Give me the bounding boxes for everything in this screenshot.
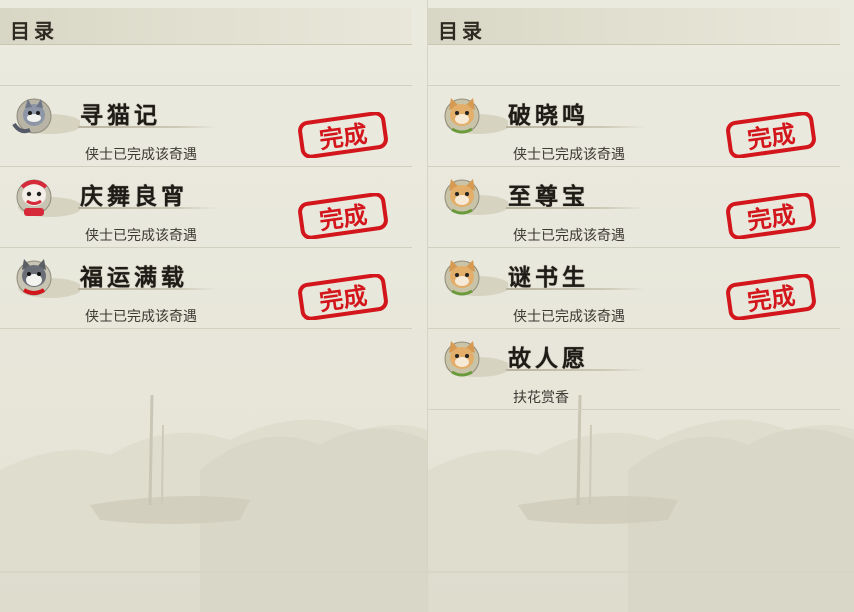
completed-seal-stamp: 完成 xyxy=(298,274,388,320)
lion-dance-icon xyxy=(16,179,80,217)
adventure-status: 侠士已完成该奇遇 xyxy=(85,309,197,325)
fox-cat-icon xyxy=(444,341,508,377)
title-divider xyxy=(506,369,646,371)
title-divider xyxy=(78,207,218,209)
adventure-title: 至尊宝 xyxy=(508,183,589,210)
fox-cat-icon xyxy=(444,179,508,215)
adventure-title: 故人愿 xyxy=(508,345,589,372)
directory-header: 目录 xyxy=(428,8,840,45)
title-divider xyxy=(78,126,218,128)
adventure-title: 福运满载 xyxy=(80,264,188,291)
fox-cat-icon xyxy=(444,98,508,134)
title-divider xyxy=(506,126,646,128)
directory-panel-right: 目录 破晓鸣 侠士已完成该奇遇 完成 至尊宝 侠士已完成该奇遇 完成 谜书生 侠… xyxy=(427,0,854,612)
adventure-title: 寻猫记 xyxy=(80,102,161,129)
fox-cat-icon xyxy=(444,260,508,296)
title-divider xyxy=(506,207,646,209)
directory-panel-left: 目录 寻猫记 侠士已完成该奇遇 完成 庆舞良宵 侠士已完成该奇遇 完成 福运满载… xyxy=(0,0,427,612)
adventure-item-gurenyuan[interactable]: 故人愿 扶花赏香 xyxy=(428,328,840,410)
completed-seal-stamp: 完成 xyxy=(726,274,816,320)
adventure-list: 寻猫记 侠士已完成该奇遇 完成 庆舞良宵 侠士已完成该奇遇 完成 福运满载 侠士… xyxy=(0,85,412,329)
husky-dog-icon xyxy=(16,259,80,298)
adventure-item-qingwuliangxiao[interactable]: 庆舞良宵 侠士已完成该奇遇 完成 xyxy=(0,166,412,247)
adventure-item-poxiaoming[interactable]: 破晓鸣 侠士已完成该奇遇 完成 xyxy=(428,85,840,166)
completed-seal-stamp: 完成 xyxy=(298,112,388,158)
adventure-status: 侠士已完成该奇遇 xyxy=(513,228,625,244)
adventure-status: 侠士已完成该奇遇 xyxy=(85,147,197,163)
title-divider xyxy=(78,288,218,290)
directory-title: 目录 xyxy=(438,19,486,43)
directory-title: 目录 xyxy=(10,19,58,43)
adventure-item-mishusheng[interactable]: 谜书生 侠士已完成该奇遇 完成 xyxy=(428,247,840,328)
adventure-title: 庆舞良宵 xyxy=(80,183,188,210)
raccoon-cat-icon xyxy=(12,98,80,134)
adventure-title: 谜书生 xyxy=(508,264,589,291)
adventure-item-fuyunmanzai[interactable]: 福运满载 侠士已完成该奇遇 完成 xyxy=(0,247,412,329)
adventure-status: 扶花赏香 xyxy=(513,390,569,406)
adventure-status: 侠士已完成该奇遇 xyxy=(85,228,197,244)
adventure-list: 破晓鸣 侠士已完成该奇遇 完成 至尊宝 侠士已完成该奇遇 完成 谜书生 侠士已完… xyxy=(428,85,840,410)
completed-seal-stamp: 完成 xyxy=(726,112,816,158)
directory-header: 目录 xyxy=(0,8,412,45)
adventure-status: 侠士已完成该奇遇 xyxy=(513,147,625,163)
adventure-status: 侠士已完成该奇遇 xyxy=(513,309,625,325)
adventure-title: 破晓鸣 xyxy=(508,102,589,129)
completed-seal-stamp: 完成 xyxy=(726,193,816,239)
title-divider xyxy=(506,288,646,290)
completed-seal-stamp: 完成 xyxy=(298,193,388,239)
adventure-item-xunmaoji[interactable]: 寻猫记 侠士已完成该奇遇 完成 xyxy=(0,85,412,166)
adventure-item-zhizunbao[interactable]: 至尊宝 侠士已完成该奇遇 完成 xyxy=(428,166,840,247)
